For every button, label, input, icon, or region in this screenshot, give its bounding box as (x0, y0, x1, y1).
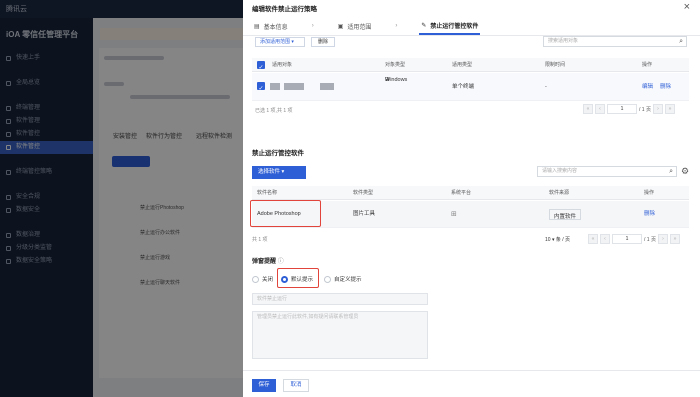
next-page-button[interactable]: › (652, 104, 663, 114)
modal-overlay[interactable] (0, 0, 243, 397)
edit-policy-drawer: 编辑软件禁止运行策略 × ▤ 基本信息 › ▣ 适用范围 › ✎ 禁止运行管控软… (243, 0, 700, 397)
tab-scope[interactable]: ▣ 适用范围 (336, 17, 374, 35)
search-icon[interactable]: ⌕ (669, 167, 673, 176)
software-search-input[interactable]: 请输入搜索内容 ⌕ (537, 166, 677, 177)
highlight-default-option (277, 268, 319, 288)
next-page-button[interactable]: › (657, 234, 668, 244)
software-total: 共 1 项 (252, 237, 268, 243)
select-software-button[interactable]: 选择软件 ▾ (252, 166, 306, 179)
drawer-title: 编辑软件禁止运行策略 (252, 6, 317, 13)
cancel-button[interactable]: 取消 (283, 379, 309, 392)
page-input[interactable]: 1 (607, 104, 637, 114)
windows-icon: ⊞ (451, 211, 457, 218)
redacted-name (284, 83, 304, 90)
software-table-header: 软件名称 软件类型 系统平台 软件来源 操作 (252, 186, 689, 200)
chevron-right-icon: › (395, 23, 398, 29)
row-checkbox[interactable]: ✓ (257, 82, 265, 92)
delete-link[interactable]: 删除 (660, 73, 671, 101)
divider (243, 370, 700, 371)
scope-search-input[interactable]: 搜索适用对象 ⌕ (543, 36, 687, 47)
scope-table-row[interactable]: ✓ ⊞ Windows 单个终端 - 编辑 删除 (252, 73, 689, 101)
source-tag: 内置软件 (549, 209, 582, 220)
selected-count: 已选 1 项,共 1 项 (255, 108, 293, 114)
radio-close[interactable]: 关闭 (252, 275, 273, 283)
popup-label: 弹窗提醒 ⓘ (252, 259, 284, 265)
software-pagination: « ‹ 1 / 1 页 › » (588, 234, 680, 244)
scope-table-header: ✓ 适用对象 对象类型 适用类型 限制时间 操作 (252, 58, 689, 72)
delete-link[interactable]: 删除 (644, 201, 655, 228)
chevron-right-icon: › (311, 23, 314, 29)
last-page-button[interactable]: » (664, 104, 675, 114)
step-tabs: ▤ 基本信息 › ▣ 适用范围 › ✎ 禁止运行管控软件 (252, 17, 481, 35)
radio-custom[interactable]: 自定义提示 (324, 275, 362, 283)
prev-page-button[interactable]: ‹ (595, 104, 605, 114)
redacted-id (320, 83, 334, 90)
edit-link[interactable]: 编辑 (642, 73, 653, 101)
first-page-button[interactable]: « (588, 234, 598, 244)
help-icon[interactable]: ⓘ (278, 259, 284, 265)
save-button[interactable]: 保存 (252, 379, 276, 392)
page-input[interactable]: 1 (612, 234, 642, 244)
redacted-avatar (270, 83, 280, 90)
popup-title-input[interactable]: 软件禁止运行 (252, 293, 428, 305)
gear-icon[interactable]: ⚙ (681, 166, 689, 177)
first-page-button[interactable]: « (583, 104, 593, 114)
scope-pagination: « ‹ 1 / 1 页 › » (583, 104, 675, 114)
tab-software-control[interactable]: ✎ 禁止运行管控软件 (419, 17, 481, 35)
close-icon[interactable]: × (684, 1, 690, 13)
delete-scope-button[interactable]: 删除 (311, 37, 335, 47)
radio-circle (252, 275, 259, 283)
add-scope-button[interactable]: 添加适用范围 ▾ (255, 37, 305, 47)
pencil-icon: ✎ (421, 22, 427, 29)
popup-content-textarea[interactable]: 管理员禁止运行此软件,如有疑问请联系管理员 (252, 311, 428, 359)
last-page-button[interactable]: » (669, 234, 680, 244)
page-size-select[interactable]: 10 ▾ 条 / 页 (545, 236, 570, 243)
radio-circle (324, 275, 331, 283)
scope-icon: ▣ (337, 23, 344, 30)
highlight-software-name (250, 200, 321, 227)
info-icon: ▤ (254, 23, 260, 30)
software-section-title: 禁止运行管控软件 (252, 150, 304, 157)
select-all-checkbox[interactable]: ✓ (257, 61, 265, 71)
search-icon[interactable]: ⌕ (679, 37, 683, 46)
tab-basic-info[interactable]: ▤ 基本信息 (252, 17, 290, 35)
prev-page-button[interactable]: ‹ (600, 234, 610, 244)
